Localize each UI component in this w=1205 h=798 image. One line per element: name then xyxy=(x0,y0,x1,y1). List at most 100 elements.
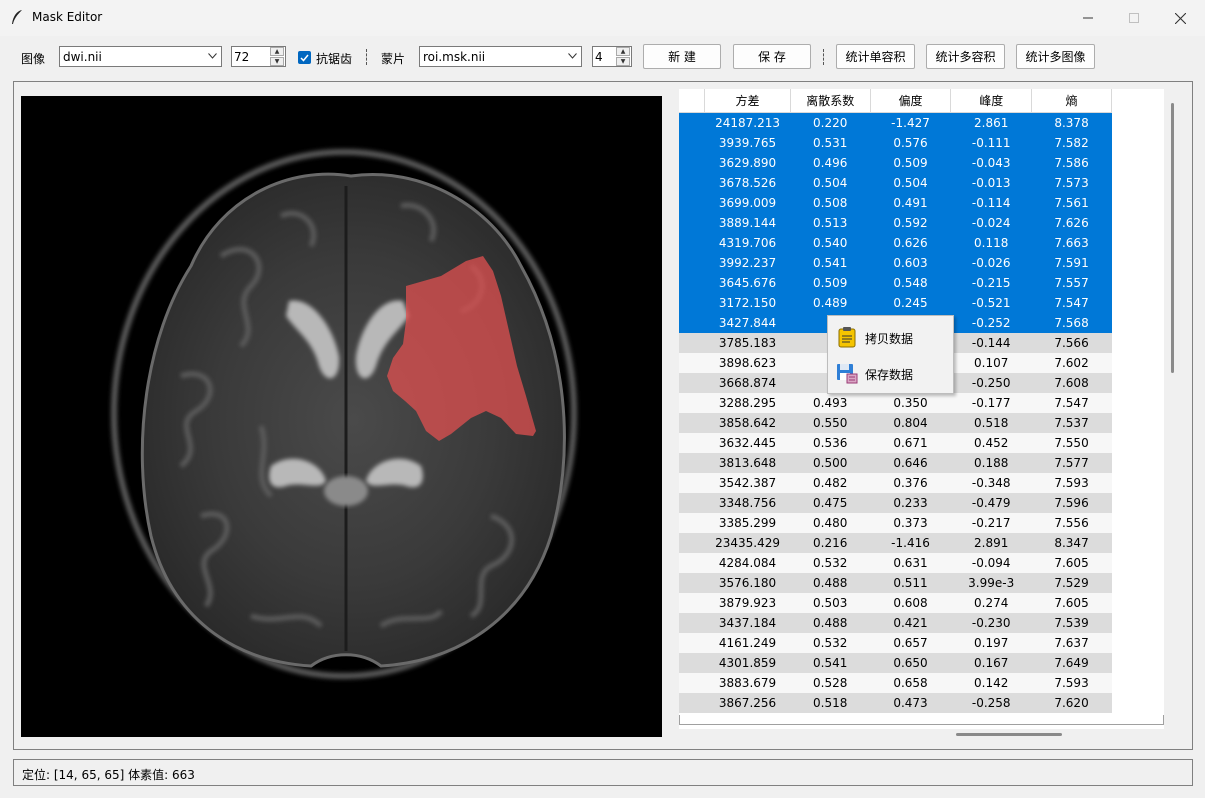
spin-up-icon[interactable]: ▲ xyxy=(616,47,630,56)
table-row[interactable]: 553813.6480.5000.6460.1887.577 xyxy=(679,453,1112,473)
table-row[interactable]: 08623435.4290.216-1.4162.8918.347 xyxy=(679,533,1112,553)
table-cell: 3678.526 xyxy=(704,173,791,193)
minimize-button[interactable] xyxy=(1065,0,1111,36)
table-cell: 68 xyxy=(679,133,705,153)
table-cell: 0.509 xyxy=(870,153,951,173)
stats-table[interactable]: 差方差离散系数偏度峰度熵 2224187.2130.220-1.4272.861… xyxy=(679,89,1164,742)
table-cell: -0.094 xyxy=(950,553,1032,573)
horizontal-scrollbar[interactable] xyxy=(679,729,1181,742)
column-header[interactable]: 熵 xyxy=(1031,89,1112,113)
table-cell: 0.167 xyxy=(950,653,1032,673)
table-cell: -1.416 xyxy=(870,533,951,553)
column-header[interactable]: 差 xyxy=(679,89,706,113)
table-row[interactable]: 513678.5260.5040.504-0.0137.573 xyxy=(679,173,1112,193)
slice-spinbox[interactable]: 72 ▲ ▼ xyxy=(231,46,286,67)
spin-down-icon[interactable]: ▼ xyxy=(270,57,284,66)
table-cell: 3288.295 xyxy=(704,393,791,413)
table-cell: 3992.237 xyxy=(704,253,791,273)
table-cell: 27 xyxy=(679,613,705,633)
table-row[interactable]: 583348.7560.4750.233-0.4797.596 xyxy=(679,493,1112,513)
table-row[interactable]: 273437.1840.4880.421-0.2307.539 xyxy=(679,613,1112,633)
table-cell: 0.550 xyxy=(790,413,871,433)
stat-single-volume-button[interactable]: 统计单容积 xyxy=(836,44,915,69)
table-cell: 3542.387 xyxy=(704,473,791,493)
table-row[interactable]: 183858.6420.5500.8040.5187.537 xyxy=(679,413,1112,433)
table-row[interactable]: 193699.0090.5080.491-0.1147.561 xyxy=(679,193,1112,213)
table-row[interactable]: 873867.2560.5180.473-0.2587.620 xyxy=(679,693,1112,713)
column-header[interactable]: 峰度 xyxy=(950,89,1033,113)
table-cell: 0.188 xyxy=(950,453,1032,473)
status-bar: 定位: [14, 65, 65] 体素值: 663 xyxy=(13,759,1193,786)
table-row[interactable]: 2224187.2130.220-1.4272.8618.378 xyxy=(679,112,1112,133)
table-row[interactable]: 223172.1500.4890.245-0.5217.547 xyxy=(679,293,1112,313)
copy-data-menu-item[interactable]: 拷贝数据 xyxy=(828,321,953,351)
floppy-save-icon xyxy=(837,364,858,384)
table-cell: 0.480 xyxy=(790,513,871,533)
table-cell: 7.556 xyxy=(1031,513,1112,533)
table-row[interactable]: 244319.7060.5400.6260.1187.663 xyxy=(679,233,1112,253)
chevron-down-icon xyxy=(208,53,217,59)
column-header[interactable]: 方差 xyxy=(704,89,791,113)
table-row[interactable]: 013576.1800.4880.5113.99e-37.529 xyxy=(679,573,1112,593)
table-row[interactable]: 333385.2990.4800.373-0.2177.556 xyxy=(679,513,1112,533)
table-cell: 0.197 xyxy=(950,633,1032,653)
table-row[interactable]: 703632.4450.5360.6710.4527.550 xyxy=(679,433,1112,453)
save-data-menu-item[interactable]: 保存数据 xyxy=(828,357,953,387)
table-cell: 7.596 xyxy=(1031,493,1112,513)
vertical-scroll-thumb[interactable] xyxy=(1171,103,1174,373)
table-row[interactable]: 793645.6760.5090.548-0.2157.557 xyxy=(679,273,1112,293)
table-row[interactable]: 393879.9230.5030.6080.2747.605 xyxy=(679,593,1112,613)
table-cell: 0.518 xyxy=(790,693,871,713)
table-row[interactable]: 534284.0840.5320.631-0.0947.605 xyxy=(679,553,1112,573)
spin-up-icon[interactable]: ▲ xyxy=(270,47,284,56)
table-cell: 7.573 xyxy=(1031,173,1112,193)
table-row[interactable]: 193883.6790.5280.6580.1427.593 xyxy=(679,673,1112,693)
table-cell: 0.804 xyxy=(870,413,951,433)
image-viewer[interactable] xyxy=(21,96,662,737)
table-cell: 22 xyxy=(679,293,705,313)
vertical-scrollbar[interactable] xyxy=(1164,89,1181,742)
table-cell: 7.593 xyxy=(1031,673,1112,693)
table-bottom-border xyxy=(679,715,1164,725)
table-cell: 7.547 xyxy=(1031,393,1112,413)
table-row[interactable]: 084161.2490.5320.6570.1977.637 xyxy=(679,633,1112,653)
antialias-label: 抗锯齿 xyxy=(316,52,353,66)
table-cell: 2.891 xyxy=(950,533,1032,553)
antialias-checkbox[interactable] xyxy=(298,51,311,64)
stat-multi-image-button[interactable]: 统计多图像 xyxy=(1016,44,1095,69)
column-header[interactable]: 偏度 xyxy=(870,89,952,113)
table-row[interactable]: 183542.3870.4820.376-0.3487.593 xyxy=(679,473,1112,493)
maximize-button[interactable] xyxy=(1111,0,1157,36)
image-label: 图像 xyxy=(21,52,46,66)
table-cell: 18 xyxy=(679,413,705,433)
new-button[interactable]: 新 建 xyxy=(643,44,721,69)
table-cell: -0.250 xyxy=(950,373,1032,393)
table-cell: 63 xyxy=(679,213,705,233)
table-row[interactable]: 493629.8900.4960.509-0.0437.586 xyxy=(679,153,1112,173)
table-row[interactable]: 443288.2950.4930.350-0.1777.547 xyxy=(679,393,1112,413)
table-row[interactable]: 843992.2370.5410.603-0.0267.591 xyxy=(679,253,1112,273)
mask-select[interactable]: roi.msk.nii xyxy=(419,46,582,67)
table-row[interactable]: 633889.1440.5130.592-0.0247.626 xyxy=(679,213,1112,233)
table-row[interactable]: 683939.7650.5310.576-0.1117.582 xyxy=(679,133,1112,153)
column-header[interactable]: 离散系数 xyxy=(790,89,871,113)
table-cell: 3437.184 xyxy=(704,613,791,633)
mask-value-spinbox[interactable]: 4 ▲ ▼ xyxy=(592,46,632,67)
close-button[interactable] xyxy=(1157,0,1203,36)
brain-slice-image xyxy=(111,149,577,679)
table-row[interactable]: 394301.8590.5410.6500.1677.649 xyxy=(679,653,1112,673)
stat-multi-volume-button[interactable]: 统计多容积 xyxy=(926,44,1005,69)
table-cell: 0.245 xyxy=(870,293,951,313)
table-cell: 0.504 xyxy=(790,173,871,193)
mask-select-value: roi.msk.nii xyxy=(423,50,486,64)
toolbar: 图像 dwi.nii 72 ▲ ▼ 抗锯齿 蒙片 roi.msk.nii 4 ▲… xyxy=(0,38,1205,78)
table-cell: 58 xyxy=(679,493,705,513)
horizontal-scroll-thumb[interactable] xyxy=(956,733,1062,736)
minimize-icon xyxy=(1083,17,1093,19)
save-button[interactable]: 保 存 xyxy=(733,44,811,69)
table-cell: 39 xyxy=(679,653,705,673)
image-select[interactable]: dwi.nii xyxy=(59,46,222,67)
spin-down-icon[interactable]: ▼ xyxy=(616,57,630,66)
table-cell: 8.378 xyxy=(1031,112,1112,133)
table-header-row: 差方差离散系数偏度峰度熵 xyxy=(679,89,1112,113)
